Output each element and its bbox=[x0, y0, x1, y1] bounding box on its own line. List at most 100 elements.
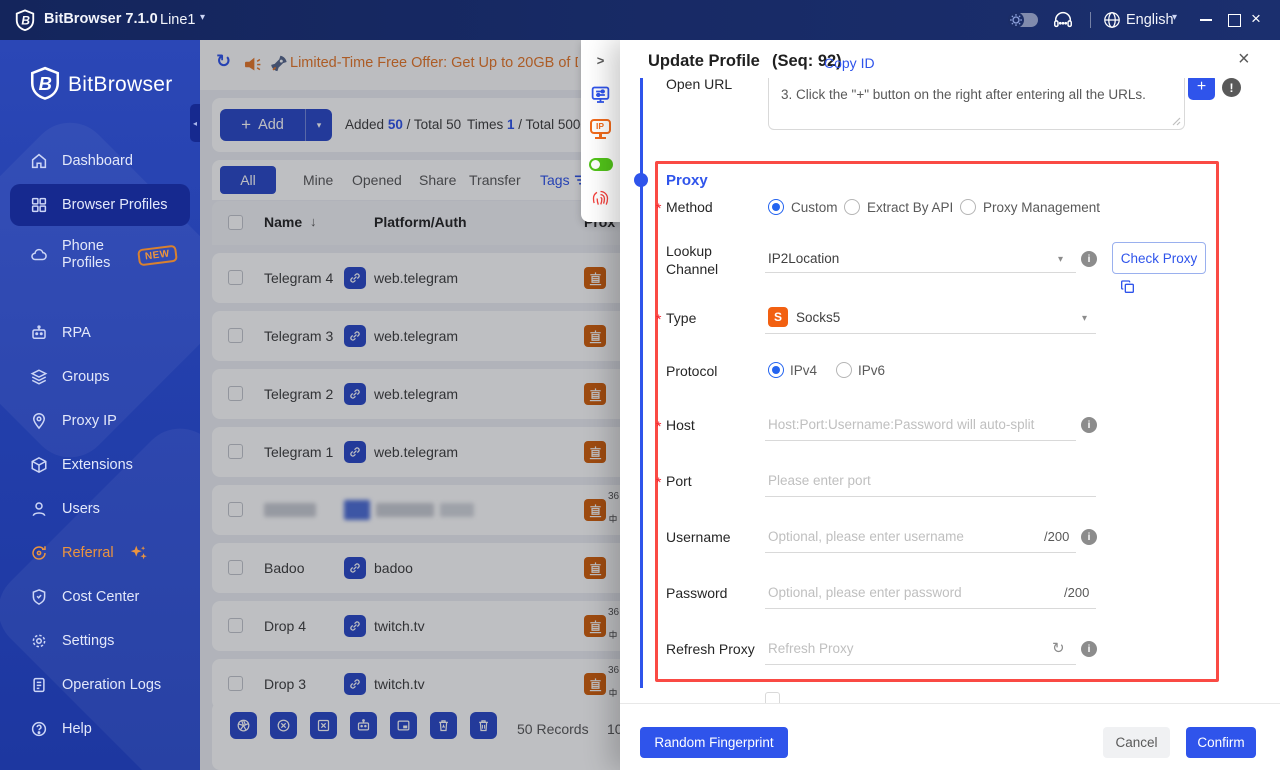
refresh-info-icon[interactable]: i bbox=[1081, 641, 1097, 657]
sidebar-item-rpa[interactable]: RPA bbox=[0, 311, 200, 355]
sidebar-item-cost-center[interactable]: Cost Center bbox=[0, 575, 200, 619]
refresh-proxy-icon[interactable]: ↻ bbox=[1052, 639, 1065, 657]
refresh-proxy-label: Refresh Proxy bbox=[666, 641, 755, 657]
username-underline bbox=[765, 552, 1076, 553]
protocol-ipv4-label[interactable]: IPv4 bbox=[790, 363, 817, 378]
gear-icon bbox=[30, 632, 48, 650]
lookup-info-icon[interactable]: i bbox=[1081, 251, 1097, 267]
sidebar-collapse-handle[interactable]: ◂ bbox=[190, 104, 200, 142]
password-counter: /200 bbox=[1064, 585, 1090, 600]
method-custom-label[interactable]: Custom bbox=[791, 200, 838, 215]
window-minimize-button[interactable] bbox=[1200, 19, 1212, 21]
lookup-channel-select[interactable]: IP2Location bbox=[768, 251, 839, 266]
sidebar-item-proxy-ip[interactable]: Proxy IP bbox=[0, 399, 200, 443]
new-badge: NEW bbox=[137, 244, 178, 266]
host-input[interactable]: Host:Port:Username:Password will auto-sp… bbox=[768, 417, 1034, 432]
preference-toggle-icon[interactable] bbox=[581, 152, 620, 176]
host-info-icon[interactable]: i bbox=[1081, 417, 1097, 433]
robot-icon bbox=[30, 324, 48, 342]
port-input[interactable]: Please enter port bbox=[768, 473, 871, 488]
sidebar-item-referral[interactable]: Referral bbox=[0, 531, 200, 575]
password-label: Password bbox=[666, 585, 728, 601]
port-underline bbox=[765, 496, 1096, 497]
brand-name: BitBrowser bbox=[68, 73, 173, 96]
user-icon bbox=[30, 500, 48, 518]
sidebar-item-dashboard[interactable]: Dashboard bbox=[0, 139, 200, 183]
form-timeline bbox=[640, 74, 643, 688]
sidebar-item-label: Cost Center bbox=[62, 588, 140, 605]
logs-icon bbox=[30, 676, 48, 694]
fingerprint-icon[interactable] bbox=[581, 186, 620, 210]
type-select[interactable]: Socks5 bbox=[796, 310, 840, 325]
protocol-ipv6-label[interactable]: IPv6 bbox=[858, 363, 885, 378]
random-fingerprint-button[interactable]: Random Fingerprint bbox=[640, 727, 788, 758]
proxy-ip-icon[interactable]: IP bbox=[581, 117, 620, 141]
copy-proxy-icon[interactable] bbox=[1120, 279, 1136, 295]
sidebar-item-users[interactable]: Users bbox=[0, 487, 200, 531]
confirm-button[interactable]: Confirm bbox=[1186, 727, 1256, 758]
sparkles-icon bbox=[128, 542, 150, 564]
sidebar-item-label: Users bbox=[62, 500, 100, 517]
host-underline bbox=[765, 440, 1076, 441]
username-info-icon[interactable]: i bbox=[1081, 529, 1097, 545]
window-maximize-button[interactable] bbox=[1228, 14, 1241, 27]
divider bbox=[1090, 12, 1091, 28]
method-extract-api-radio[interactable] bbox=[844, 199, 860, 215]
method-extract-api-label[interactable]: Extract By API bbox=[867, 200, 953, 215]
proxy-section-dot bbox=[634, 173, 648, 187]
bitbrowser-logo-icon: B bbox=[14, 9, 36, 31]
line-caret-icon: ▾ bbox=[200, 12, 206, 23]
help-icon bbox=[30, 720, 48, 738]
sidebar-item-operation-logs[interactable]: Operation Logs bbox=[0, 663, 200, 707]
sidebar-item-label: Settings bbox=[62, 632, 115, 649]
resize-handle-icon[interactable] bbox=[1171, 116, 1181, 126]
grid-icon bbox=[30, 196, 48, 214]
sidebar-item-label: Proxy IP bbox=[62, 412, 117, 429]
sidebar-item-settings[interactable]: Settings bbox=[0, 619, 200, 663]
drawer-close-icon[interactable]: × bbox=[1238, 48, 1250, 71]
protocol-ipv6-radio[interactable] bbox=[836, 362, 852, 378]
sidebar-item-label: Extensions bbox=[62, 456, 133, 473]
lookup-underline bbox=[765, 272, 1076, 273]
sidebar-item-groups[interactable]: Groups bbox=[0, 355, 200, 399]
method-proxy-management-label[interactable]: Proxy Management bbox=[983, 200, 1100, 215]
sidebar-item-label: Groups bbox=[62, 368, 110, 385]
drawer-footer: Random Fingerprint Cancel Confirm bbox=[620, 703, 1280, 770]
username-counter: /200 bbox=[1044, 529, 1070, 544]
lookup-channel-label-2: Channel bbox=[666, 261, 719, 277]
language-selector[interactable]: English bbox=[1126, 12, 1174, 28]
required-mark: * bbox=[656, 474, 662, 490]
open-url-alert-icon[interactable]: ! bbox=[1222, 78, 1241, 97]
sidebar-item-extensions[interactable]: Extensions bbox=[0, 443, 200, 487]
check-proxy-button[interactable]: Check Proxy bbox=[1112, 242, 1206, 274]
copy-id-link[interactable]: Copy ID bbox=[824, 55, 875, 71]
username-input[interactable]: Optional, please enter username bbox=[768, 529, 964, 544]
sidebar: B BitBrowser ◂ Browser Profiles Dashboar… bbox=[0, 40, 200, 770]
method-proxy-management-radio[interactable] bbox=[960, 199, 976, 215]
refresh-underline bbox=[765, 664, 1076, 665]
location-pin-icon bbox=[30, 412, 48, 430]
bitbrowser-shield-logo: B bbox=[28, 66, 62, 100]
language-caret-icon: ▾ bbox=[1172, 12, 1178, 23]
sidebar-item-help[interactable]: Help bbox=[0, 707, 200, 751]
type-caret-icon[interactable]: ▾ bbox=[1082, 313, 1087, 324]
line-selector[interactable]: Line1 bbox=[160, 12, 195, 28]
protocol-ipv4-radio[interactable] bbox=[768, 362, 784, 378]
method-custom-radio[interactable] bbox=[768, 199, 784, 215]
sidebar-item-browser-profiles[interactable]: Browser Profiles bbox=[10, 184, 190, 226]
password-input[interactable]: Optional, please enter password bbox=[768, 585, 962, 600]
support-headset-icon[interactable] bbox=[1052, 9, 1074, 31]
lookup-caret-icon[interactable]: ▾ bbox=[1058, 254, 1063, 265]
cloud-icon bbox=[30, 246, 48, 264]
profile-settings-icon[interactable] bbox=[581, 82, 620, 106]
sidebar-item-label: Dashboard bbox=[62, 152, 133, 169]
drawer-collapse-chevron[interactable]: > bbox=[581, 48, 620, 72]
refresh-proxy-input[interactable]: Refresh Proxy bbox=[768, 641, 854, 656]
cancel-button[interactable]: Cancel bbox=[1103, 727, 1170, 758]
drawer-header: Update Profile (Seq: 92) Copy ID × bbox=[620, 40, 1280, 78]
sun-icon[interactable] bbox=[1006, 10, 1026, 30]
sidebar-item-phone-profiles[interactable]: Phone Profiles NEW bbox=[0, 228, 200, 282]
window-close-button[interactable]: × bbox=[1251, 9, 1261, 29]
drawer-body: Open URL 3. Click the "+" button on the … bbox=[620, 40, 1280, 705]
referral-icon bbox=[30, 544, 48, 562]
